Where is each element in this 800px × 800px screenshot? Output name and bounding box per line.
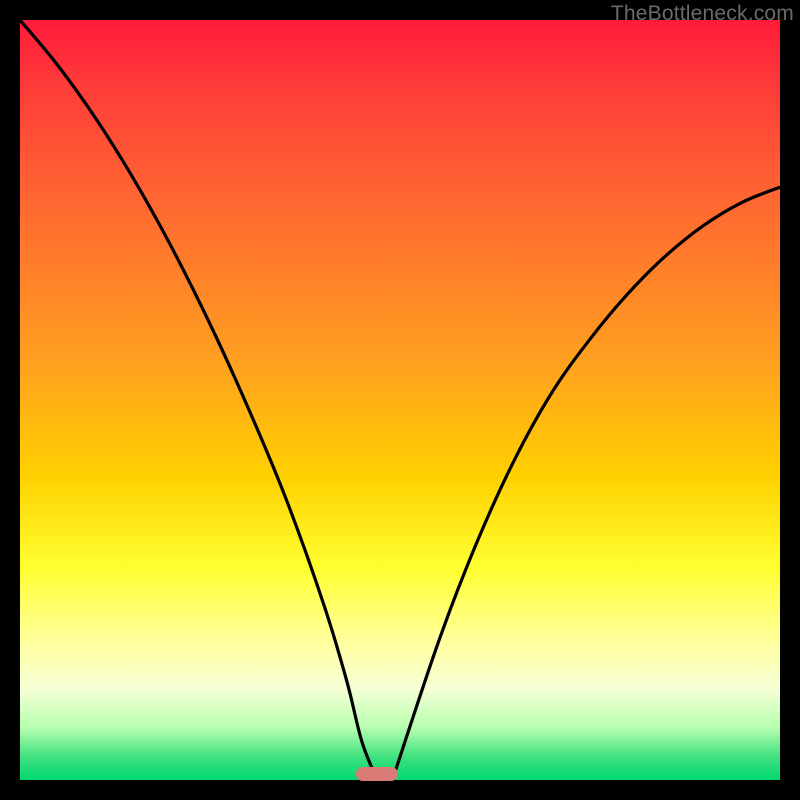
chart-frame: [20, 20, 780, 780]
bottleneck-marker: [356, 767, 398, 781]
watermark-text: TheBottleneck.com: [611, 2, 794, 26]
right-curve: [392, 187, 780, 780]
left-curve: [20, 20, 377, 780]
curves-layer: [20, 20, 780, 780]
